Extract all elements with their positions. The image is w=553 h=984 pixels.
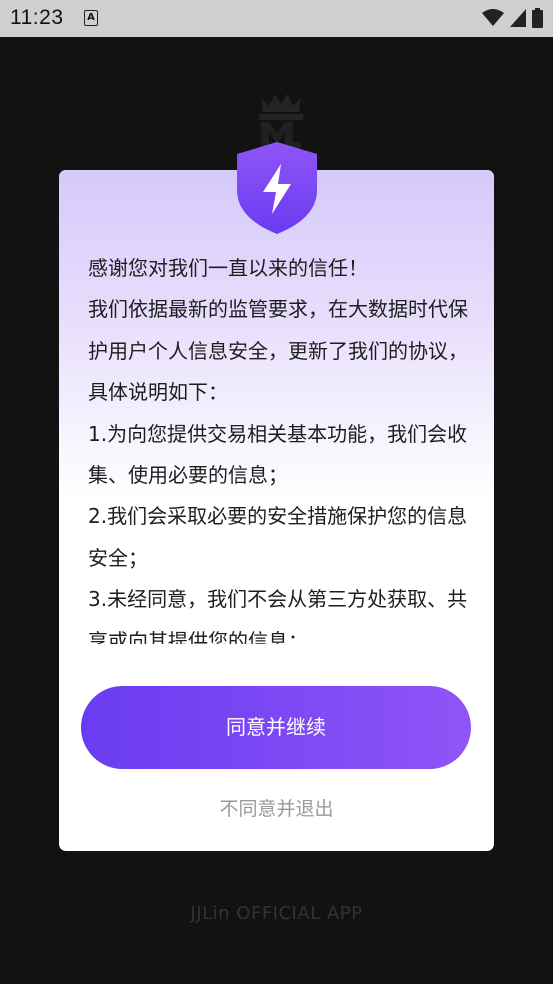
footer-app-name: JJLin OFFICIAL APP (190, 903, 363, 924)
privacy-dialog: 感谢您对我们一直以来的信任！ 我们依据最新的监管要求，在大数据时代保护用户个人信… (59, 170, 494, 851)
wifi-icon (482, 9, 504, 26)
shield-lightning-icon (237, 142, 317, 234)
signal-icon (510, 9, 526, 27)
agreement-paragraph: 1.为向您提供交易相关基本功能，我们会收集、使用必要的信息； (88, 421, 468, 488)
battery-icon (532, 8, 543, 28)
agreement-paragraph: 3.未经同意，我们不会从第三方处获取、共享或向其提供您的信息； (88, 587, 468, 644)
agreement-paragraph: 我们依据最新的监管要求，在大数据时代保护用户个人信息安全，更新了我们的协议，具体… (88, 297, 468, 405)
a-icon: A (84, 10, 98, 26)
agreement-text[interactable]: 感谢您对我们一直以来的信任！ 我们依据最新的监管要求，在大数据时代保护用户个人信… (88, 248, 468, 644)
agreement-paragraph: 2.我们会采取必要的安全措施保护您的信息安全； (88, 504, 468, 570)
status-bar: 11:23 A (0, 0, 553, 37)
status-icons (482, 7, 543, 29)
agree-continue-button[interactable]: 同意并继续 (81, 686, 471, 769)
agreement-paragraph: 感谢您对我们一直以来的信任！ (88, 256, 368, 280)
status-time: 11:23 (10, 6, 64, 29)
disagree-exit-button[interactable]: 不同意并退出 (59, 794, 494, 821)
